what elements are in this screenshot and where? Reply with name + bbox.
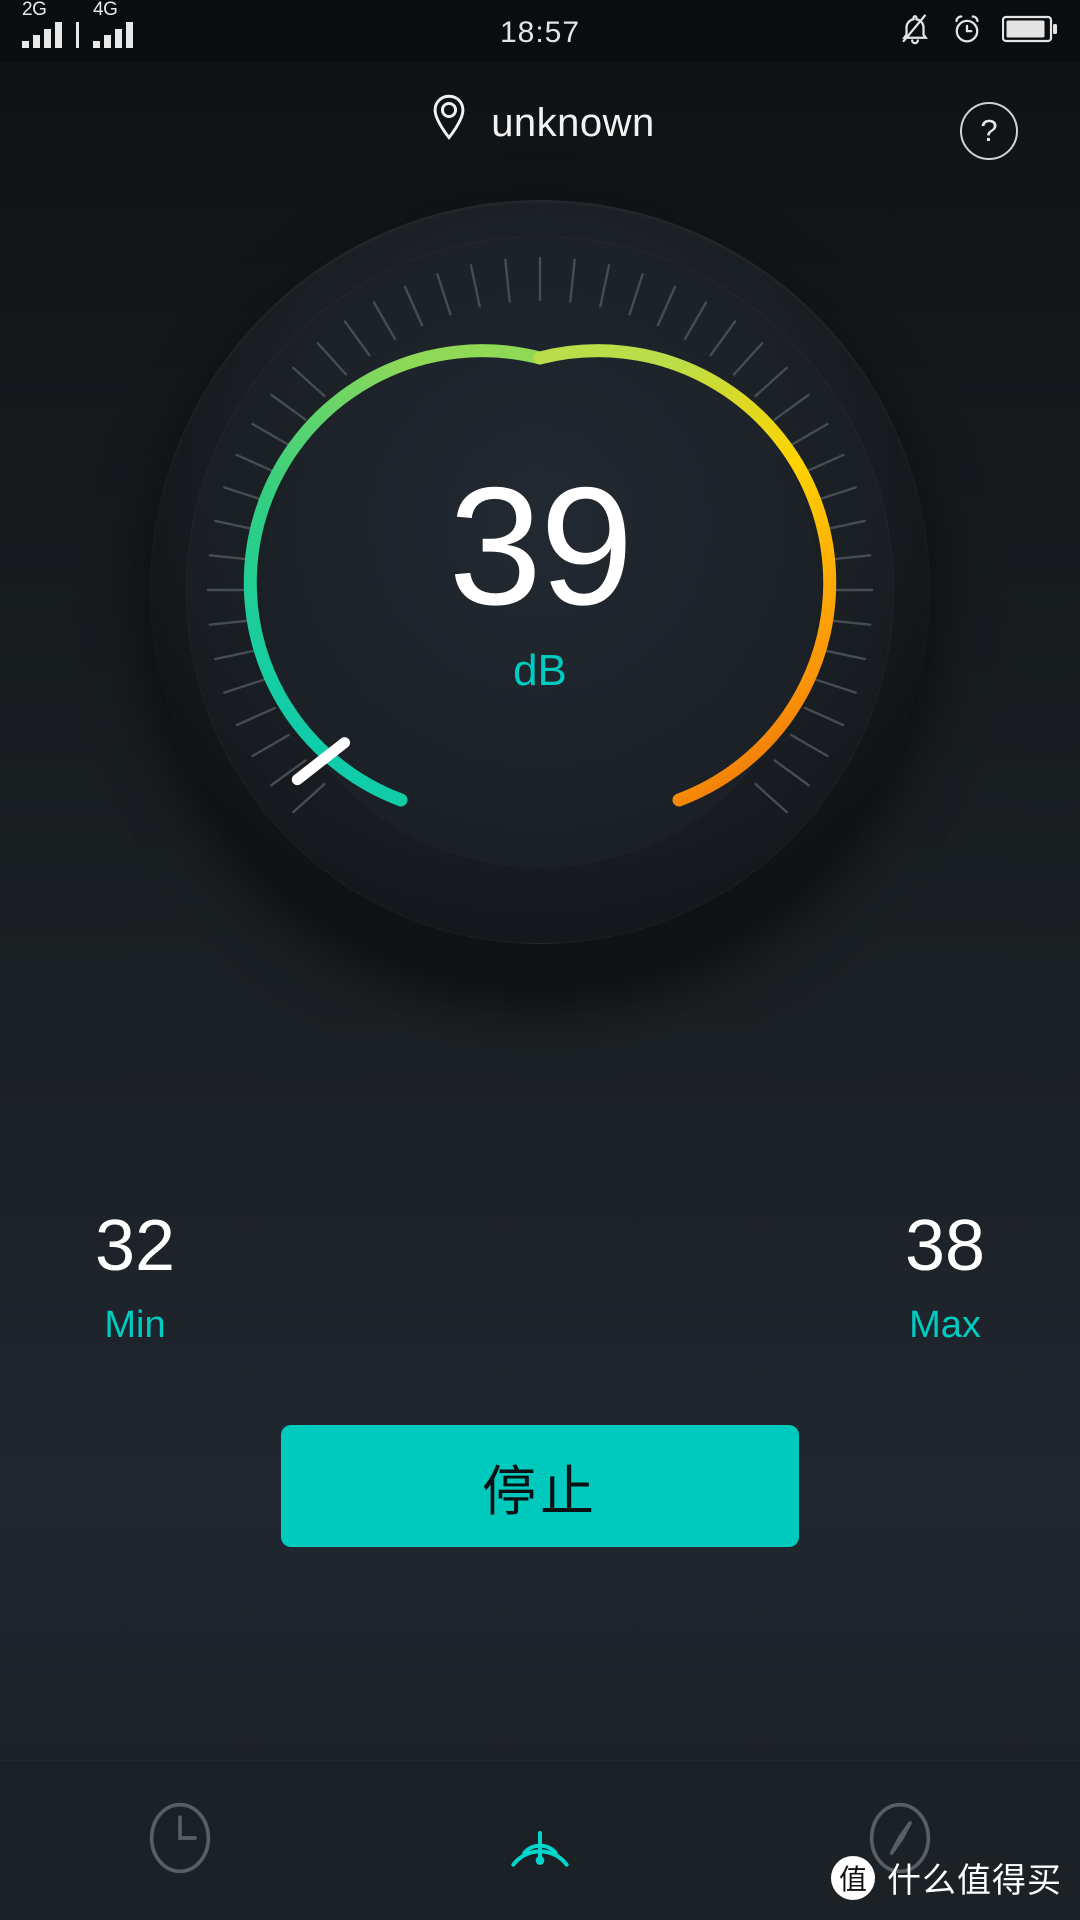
help-question-icon: ? (980, 113, 998, 148)
decibel-unit-label: dB (513, 646, 567, 695)
app-screen: 2G 4G 18:57 unknown ? 39 dB 32 Min 38 Ma… (0, 0, 1080, 1920)
location-display[interactable]: unknown (0, 92, 1080, 155)
bottom-tab-bar: 值 什么值得买 (0, 1760, 1080, 1920)
location-pin-icon (425, 92, 473, 155)
clock-icon (140, 1798, 220, 1883)
app-header: unknown ? (0, 62, 1080, 202)
min-stat: 32 Min (0, 1210, 540, 1347)
tab-meter[interactable] (360, 1798, 720, 1883)
status-bar-clock: 18:57 (499, 16, 581, 49)
status-bar: 2G 4G 18:57 (0, 0, 1080, 62)
min-label: Min (104, 1304, 166, 1346)
location-label: unknown (491, 101, 655, 145)
watermark-text: 什么值得买 (887, 1861, 1062, 1901)
watermark-badge: 值 (831, 1855, 875, 1900)
tab-history[interactable] (0, 1798, 360, 1883)
gauge-readout: 39 dB (150, 462, 930, 696)
watermark: 值 什么值得买 (831, 1853, 1062, 1902)
gauge-icon (500, 1798, 580, 1883)
decibel-value: 39 (448, 452, 634, 640)
stop-button[interactable]: 停止 (281, 1425, 799, 1547)
max-label: Max (909, 1304, 981, 1346)
max-stat: 38 Max (540, 1210, 1080, 1347)
sound-level-gauge: 39 dB (150, 200, 930, 980)
min-value: 32 (94, 1206, 176, 1286)
help-button[interactable]: ? (960, 102, 1018, 160)
max-value: 38 (904, 1206, 986, 1286)
min-max-stats: 32 Min 38 Max (0, 1210, 1080, 1347)
stop-button-label: 停止 (482, 1459, 598, 1523)
